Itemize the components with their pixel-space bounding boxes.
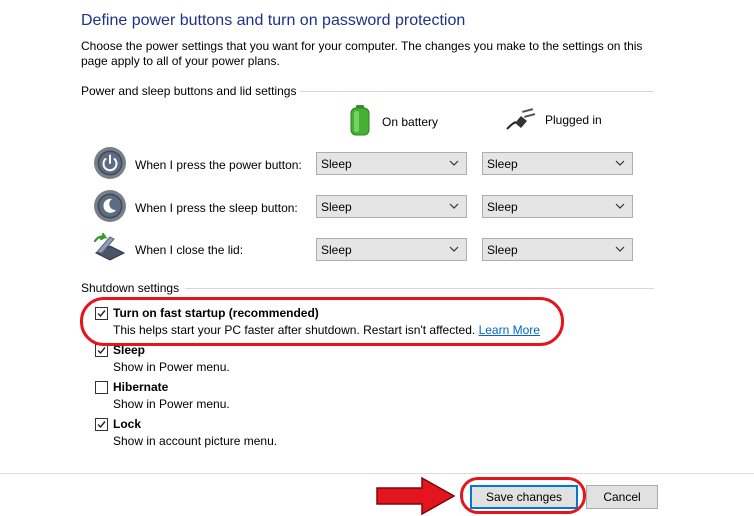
lid-close-battery-select[interactable]: Sleep — [316, 238, 467, 261]
cancel-button[interactable]: Cancel — [586, 485, 658, 509]
laptop-lid-icon — [93, 232, 127, 266]
hibernate-checkbox[interactable] — [95, 381, 108, 394]
sleep-button-battery-select[interactable]: Sleep — [316, 195, 467, 218]
plugged-in-label: Plugged in — [545, 112, 602, 127]
lock-option-title: Lock — [113, 417, 142, 431]
page-title: Define power buttons and turn on passwor… — [81, 12, 466, 29]
chevron-down-icon — [449, 246, 459, 252]
battery-icon — [348, 105, 372, 139]
select-value: Sleep — [487, 199, 518, 214]
section-divider — [185, 288, 654, 289]
chevron-down-icon — [615, 160, 625, 166]
checkmark-icon — [97, 347, 106, 355]
page-description: Choose the power settings that you want … — [81, 39, 643, 68]
power-button-label: When I press the power button: — [135, 157, 302, 172]
power-plug-icon — [505, 105, 536, 134]
power-section-heading: Power and sleep buttons and lid settings — [81, 84, 297, 98]
power-button-plugged-select[interactable]: Sleep — [482, 152, 633, 175]
select-value: Sleep — [321, 156, 352, 171]
power-button-icon — [93, 146, 127, 183]
chevron-down-icon — [449, 160, 459, 166]
footer-divider — [0, 473, 754, 474]
chevron-down-icon — [615, 246, 625, 252]
lid-close-label: When I close the lid: — [135, 242, 244, 257]
sleep-option-description: Show in Power menu. — [113, 360, 230, 374]
lid-close-plugged-select[interactable]: Sleep — [482, 238, 633, 261]
red-arrow-icon — [376, 476, 456, 516]
select-value: Sleep — [321, 199, 352, 214]
hibernate-option-description: Show in Power menu. — [113, 397, 230, 411]
sleep-button-label: When I press the sleep button: — [135, 200, 298, 215]
save-button-highlight — [460, 477, 586, 514]
sleep-button-row: When I press the sleep button: — [93, 189, 298, 226]
power-button-row: When I press the power button: — [93, 146, 302, 183]
hibernate-option-title: Hibernate — [113, 380, 169, 394]
section-divider — [300, 91, 654, 92]
lock-option-description: Show in account picture menu. — [113, 434, 278, 448]
select-value: Sleep — [487, 242, 518, 257]
sleep-button-plugged-select[interactable]: Sleep — [482, 195, 633, 218]
fast-startup-highlight — [80, 297, 564, 346]
select-value: Sleep — [487, 156, 518, 171]
sleep-option: Sleep Show in Power menu. — [95, 343, 230, 375]
checkmark-icon — [97, 421, 106, 429]
sleep-button-icon — [93, 189, 127, 226]
chevron-down-icon — [449, 203, 459, 209]
select-value: Sleep — [321, 242, 352, 257]
lock-checkbox[interactable] — [95, 418, 108, 431]
hibernate-option: Hibernate Show in Power menu. — [95, 380, 230, 412]
lid-close-row: When I close the lid: — [93, 232, 244, 266]
on-battery-label: On battery — [382, 115, 439, 129]
lock-option: Lock Show in account picture menu. — [95, 417, 277, 449]
shutdown-section-heading: Shutdown settings — [81, 281, 180, 295]
plugged-in-column-header: Plugged in — [505, 105, 602, 134]
on-battery-column-header: On battery — [348, 105, 438, 139]
power-button-battery-select[interactable]: Sleep — [316, 152, 467, 175]
chevron-down-icon — [615, 203, 625, 209]
